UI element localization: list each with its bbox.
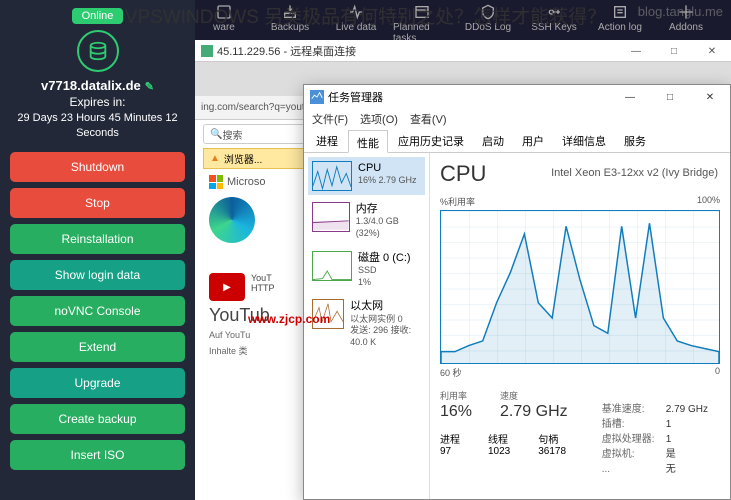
minimize-icon[interactable]: — bbox=[617, 40, 655, 62]
youtube-icon[interactable]: ▶ bbox=[209, 273, 245, 301]
rdp-icon bbox=[201, 45, 213, 57]
expires-time: 29 Days 23 Hours 45 Minutes 12 Seconds bbox=[10, 111, 185, 142]
stop-button[interactable]: Stop bbox=[10, 188, 185, 218]
server-hostname: v7718.datalix.de✎ bbox=[41, 78, 154, 93]
tm-minimize-icon[interactable]: — bbox=[610, 85, 650, 109]
menu-file[interactable]: 文件(F) bbox=[312, 111, 348, 127]
login-data-button[interactable]: Show login data bbox=[10, 260, 185, 290]
tm-close-icon[interactable]: ✕ bbox=[690, 85, 730, 109]
reinstall-button[interactable]: Reinstallation bbox=[10, 224, 185, 254]
taskmgr-titlebar[interactable]: 任务管理器 — □ ✕ bbox=[304, 85, 730, 109]
server-sidebar: Online v7718.datalix.de✎ Expires in: 29 … bbox=[0, 0, 195, 500]
server-icon bbox=[77, 30, 119, 72]
tab-processes[interactable]: 进程 bbox=[308, 129, 346, 152]
tm-maximize-icon[interactable]: □ bbox=[650, 85, 690, 109]
page-overlay-title: VPSWINDOWS 另类极品有何特别之处？怎样才能获得？ bbox=[125, 2, 606, 29]
edit-icon[interactable]: ✎ bbox=[145, 81, 154, 93]
status-badge: Online bbox=[72, 8, 124, 24]
taskmgr-menubar[interactable]: 文件(F) 选项(O) 查看(V) bbox=[304, 109, 730, 129]
ms-squares-icon bbox=[209, 175, 223, 189]
warning-icon: ▲ bbox=[210, 153, 220, 164]
extend-button[interactable]: Extend bbox=[10, 332, 185, 362]
yt-label: YouT bbox=[251, 273, 275, 283]
rdp-title-text: 45.11.229.56 - 远程桌面连接 bbox=[217, 43, 356, 59]
menu-options[interactable]: 选项(O) bbox=[360, 111, 398, 127]
watermark-top-right: blog.tanglu.me bbox=[638, 4, 723, 19]
taskmgr-right-panel: CPU Intel Xeon E3-12xx v2 (Ivy Bridge) %… bbox=[430, 153, 730, 499]
close-icon[interactable]: ✕ bbox=[693, 40, 731, 62]
backup-button[interactable]: Create backup bbox=[10, 404, 185, 434]
tab-performance[interactable]: 性能 bbox=[348, 130, 388, 153]
rdp-titlebar[interactable]: 45.11.229.56 - 远程桌面连接 — □ ✕ bbox=[195, 40, 731, 62]
novnc-button[interactable]: noVNC Console bbox=[10, 296, 185, 326]
tab-details[interactable]: 详细信息 bbox=[554, 129, 614, 152]
menu-view[interactable]: 查看(V) bbox=[410, 111, 447, 127]
cpu-graph bbox=[440, 210, 720, 364]
edge-logo-icon bbox=[209, 197, 255, 243]
taskmgr-tabs: 进程 性能 应用历史记录 启动 用户 详细信息 服务 bbox=[304, 129, 730, 153]
iso-button[interactable]: Insert ISO bbox=[10, 440, 185, 470]
watermark-center: www.zjcp.com bbox=[248, 312, 330, 326]
taskmgr-icon bbox=[310, 90, 324, 104]
perf-item-disk[interactable]: 磁盘 0 (C:)SSD1% bbox=[308, 247, 425, 293]
perf-item-cpu[interactable]: CPU16% 2.79 GHz bbox=[308, 157, 425, 195]
tab-startup[interactable]: 启动 bbox=[474, 129, 512, 152]
task-manager-window[interactable]: 任务管理器 — □ ✕ 文件(F) 选项(O) 查看(V) 进程 性能 应用历史… bbox=[303, 84, 731, 500]
maximize-icon[interactable]: □ bbox=[655, 40, 693, 62]
cpu-model: Intel Xeon E3-12xx v2 (Ivy Bridge) bbox=[551, 167, 718, 179]
shutdown-button[interactable]: Shutdown bbox=[10, 152, 185, 182]
expires-label: Expires in: bbox=[69, 95, 125, 109]
tab-apphistory[interactable]: 应用历史记录 bbox=[390, 129, 472, 152]
taskmgr-left-list: CPU16% 2.79 GHz 内存1.3/4.0 GB (32%) 磁盘 0 … bbox=[304, 153, 430, 499]
tab-users[interactable]: 用户 bbox=[514, 129, 552, 152]
tab-services[interactable]: 服务 bbox=[616, 129, 654, 152]
perf-item-memory[interactable]: 内存1.3/4.0 GB (32%) bbox=[308, 198, 425, 244]
upgrade-button[interactable]: Upgrade bbox=[10, 368, 185, 398]
